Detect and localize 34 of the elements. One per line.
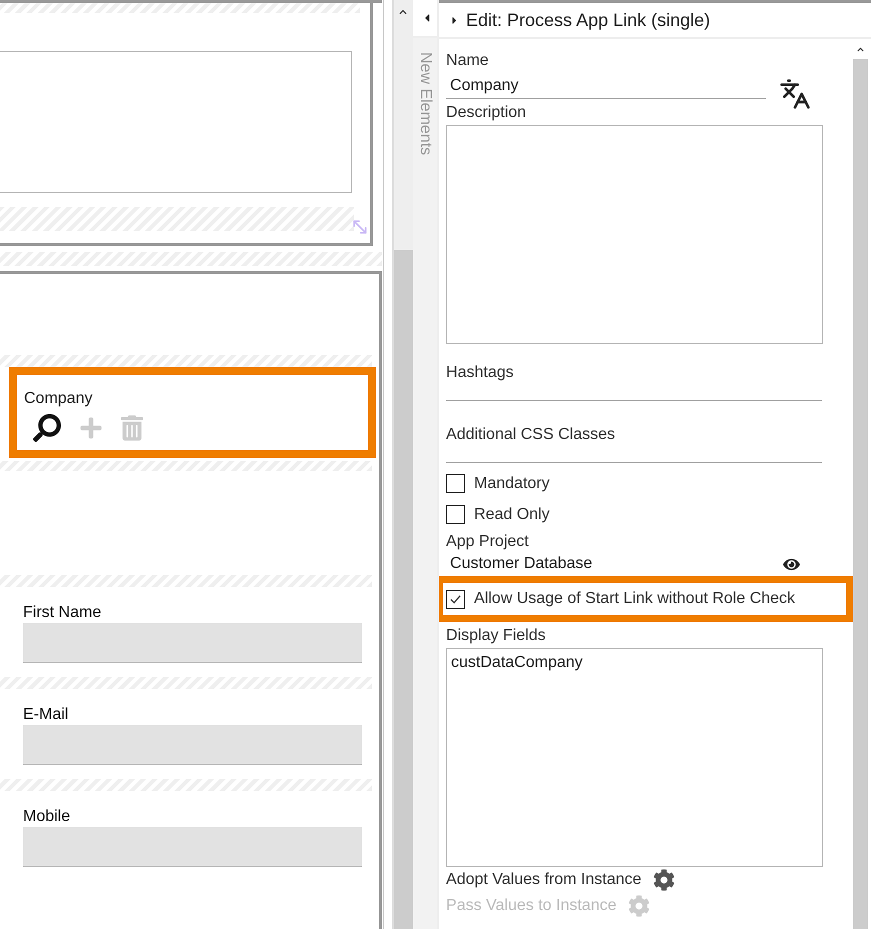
checkbox-label: Read Only — [474, 504, 550, 524]
panel-title: Edit: Process App Link (single) — [466, 8, 710, 32]
eye-icon[interactable] — [782, 556, 802, 572]
action-label[interactable]: Adopt Values from Instance — [446, 868, 642, 892]
scroll-up-icon[interactable] — [856, 46, 866, 52]
collapse-icon[interactable] — [422, 12, 431, 24]
textarea-field[interactable] — [446, 125, 824, 344]
check-icon — [450, 594, 462, 604]
checkbox[interactable] — [446, 505, 466, 524]
scrollbar-thumb[interactable] — [853, 59, 868, 929]
textarea-field[interactable]: custDataCompany — [446, 648, 824, 867]
property-label: Display Fields — [446, 626, 547, 646]
property-label: Additional CSS Classes — [446, 425, 616, 445]
property-label: Name — [446, 51, 490, 71]
gear-icon[interactable] — [653, 869, 676, 891]
checkbox-label: Allow Usage of Start Link without Role Check — [474, 589, 796, 609]
property-label: App Project — [446, 532, 530, 552]
scroll-up-icon[interactable] — [398, 8, 408, 16]
property-value: Customer Database — [449, 554, 594, 574]
field-label: Mobile — [23, 807, 72, 827]
checkbox[interactable] — [446, 474, 466, 493]
field-label: Company — [24, 389, 94, 409]
scrollbar-thumb[interactable] — [394, 250, 413, 929]
property-label: Hashtags — [446, 363, 515, 383]
textarea-field[interactable] — [0, 51, 352, 193]
property-label: Description — [446, 103, 528, 123]
name-field[interactable]: Company — [446, 71, 766, 99]
checkbox[interactable] — [446, 590, 466, 608]
field-label: E-Mail — [23, 705, 70, 725]
search-icon[interactable] — [33, 414, 61, 442]
translate-icon[interactable] — [779, 77, 812, 111]
field-label: First Name — [23, 603, 102, 623]
checkbox-label: Mandatory — [474, 474, 550, 494]
expand-icon[interactable] — [451, 14, 458, 26]
